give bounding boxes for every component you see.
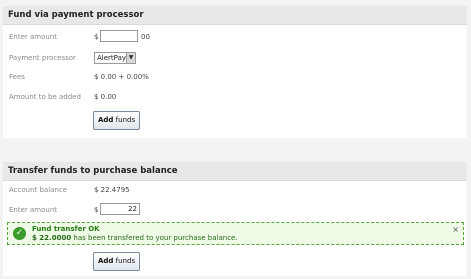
fund-cents-suffix: 00 [141, 33, 150, 41]
chevron-down-icon[interactable]: ▼ [126, 53, 135, 63]
fund-currency-symbol: $ [94, 33, 99, 41]
fund-processor-label: Payment processor [9, 54, 76, 62]
fund-panel: Fund via payment processor Enter amount … [3, 6, 467, 138]
transfer-balance-row: Account balance $ 22.4795 [3, 182, 467, 198]
fund-amount-added-row: Amount to be added $ 0.00 [3, 89, 467, 105]
transfer-add-funds-button[interactable]: Add funds [93, 252, 141, 271]
close-icon[interactable]: × [452, 225, 459, 234]
processor-select[interactable]: AlertPay ▼ [94, 52, 136, 64]
transfer-amount-label: Enter amount [9, 206, 58, 214]
processor-selected-value: AlertPay [97, 54, 127, 62]
fund-processor-row: Payment processor AlertPay ▼ [3, 50, 467, 66]
fund-fees-label: Fees [9, 73, 25, 81]
transfer-amount-input[interactable]: 22 [100, 203, 140, 215]
fund-fees-row: Fees $ 0.00 + 0.00% [3, 69, 467, 85]
transfer-amount-row: Enter amount $ 22 [3, 202, 467, 218]
transfer-add-funds-bold: Add [98, 257, 114, 265]
add-funds-button-bold: Add [98, 116, 114, 124]
check-icon: ✓ [13, 227, 26, 240]
alert-title: Fund transfer OK [32, 225, 100, 233]
fund-amount-added-value: $ 0.00 [94, 93, 117, 101]
alert-message-text: has been transfered to your purchase bal… [71, 234, 238, 242]
account-balance-value: $ 22.4795 [94, 186, 130, 194]
transfer-panel: Transfer funds to purchase balance Accou… [3, 162, 467, 276]
fund-amount-added-label: Amount to be added [9, 93, 81, 101]
add-funds-button[interactable]: Add funds [93, 111, 141, 130]
transfer-add-funds-rest: funds [113, 257, 136, 265]
fund-panel-title: Fund via payment processor [3, 6, 467, 25]
fund-amount-input[interactable] [100, 30, 138, 42]
alert-amount: $ 22.0000 [32, 234, 72, 242]
success-alert: ✓ Fund transfer OK $ 22.0000 has been tr… [7, 222, 464, 245]
transfer-panel-title: Transfer funds to purchase balance [3, 162, 467, 181]
add-funds-button-rest: funds [113, 116, 136, 124]
fund-amount-row: Enter amount $ 00 [3, 29, 467, 45]
alert-message: $ 22.0000 has been transfered to your pu… [32, 234, 238, 243]
account-balance-label: Account balance [9, 186, 68, 194]
transfer-currency-symbol: $ [94, 206, 99, 214]
fund-fees-value: $ 0.00 + 0.00% [94, 73, 149, 81]
fund-amount-label: Enter amount [9, 33, 58, 41]
